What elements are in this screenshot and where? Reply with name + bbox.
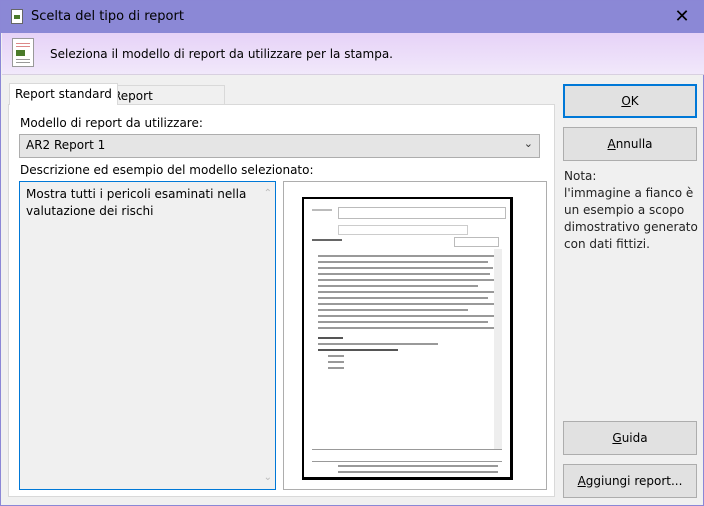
description-text: Mostra tutti i pericoli esaminati nella …	[26, 187, 247, 218]
header-text: Seleziona il modello di report da utiliz…	[50, 47, 393, 61]
scroll-up-icon[interactable]: ⌃	[264, 185, 272, 202]
model-label: Modello di report da utilizzare:	[20, 116, 203, 130]
description-textbox[interactable]: Mostra tutti i pericoli esaminati nella …	[19, 181, 276, 490]
close-button[interactable]: ✕	[659, 1, 704, 33]
tab-report-standard[interactable]: Report standard	[9, 83, 118, 105]
note-text: l'immagine a fianco è un esempio a scopo…	[564, 186, 698, 251]
report-icon	[11, 9, 23, 24]
window-title: Scelta del tipo di report	[31, 9, 184, 24]
document-icon	[12, 38, 34, 67]
note: Nota: l'immagine a fianco è un esempio a…	[564, 168, 699, 253]
help-button[interactable]: Guida	[563, 421, 697, 455]
header-banner: Seleziona il modello di report da utiliz…	[2, 33, 704, 75]
ok-button[interactable]: OK	[563, 84, 697, 118]
report-preview	[283, 181, 547, 490]
tab-report-personalizzati[interactable]: Report personalizzati	[107, 85, 225, 117]
dialog-window: Scelta del tipo di report ✕ Seleziona il…	[0, 0, 704, 506]
preview-page-image	[302, 197, 513, 480]
model-select-value: AR2 Report 1	[26, 138, 106, 152]
title-bar: Scelta del tipo di report ✕	[1, 1, 704, 33]
description-label: Descrizione ed esempio del modello selez…	[20, 163, 314, 177]
chevron-down-icon: ⌄	[523, 137, 533, 150]
note-title: Nota:	[564, 169, 597, 183]
scroll-down-icon[interactable]: ⌄	[264, 469, 272, 486]
model-select[interactable]: AR2 Report 1 ⌄	[19, 134, 540, 158]
cancel-button[interactable]: Annulla	[563, 127, 697, 161]
add-report-button[interactable]: Aggiungi report...	[563, 464, 697, 498]
